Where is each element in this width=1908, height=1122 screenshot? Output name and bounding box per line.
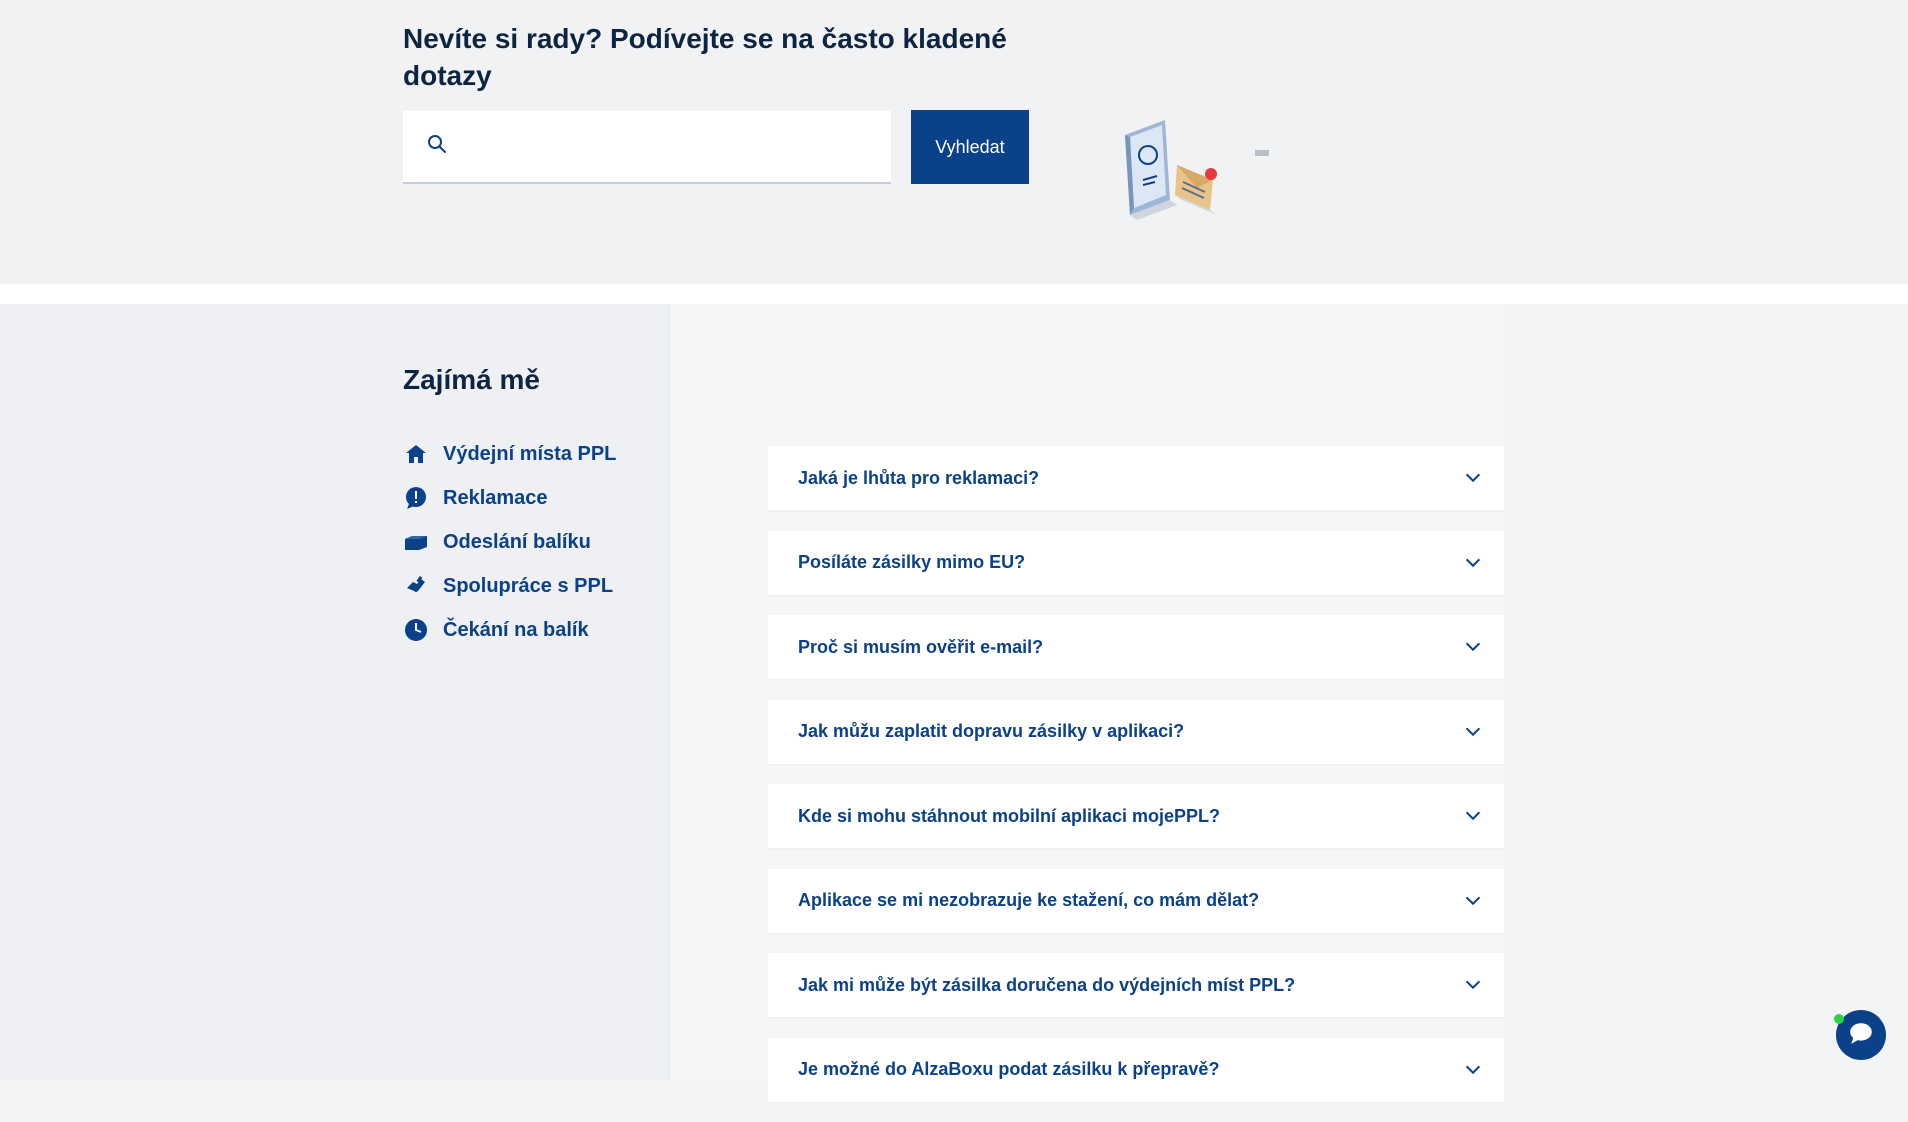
faq-item[interactable]: Kde si mohu stáhnout mobilní aplikaci mo… <box>768 784 1504 848</box>
chevron-down-icon[interactable] <box>1462 636 1484 658</box>
chevron-down-icon[interactable] <box>1462 974 1484 996</box>
message-illustration-icon <box>1175 165 1217 215</box>
faq-question: Jaká je lhůta pro reklamaci? <box>798 467 1040 488</box>
topic-label: Výdejní místa PPL <box>443 442 617 465</box>
topic-cooperation[interactable]: Spolupráce s PPL <box>403 564 616 608</box>
topic-send-package[interactable]: Odeslání balíku <box>403 520 616 564</box>
search-button[interactable]: Vyhledat <box>911 110 1029 184</box>
faq-item[interactable]: Je možné do AlzaBoxu podat zásilku k pře… <box>768 1037 1504 1102</box>
faq-item[interactable]: Jak můžu zaplatit dopravu zásilky v apli… <box>768 699 1504 764</box>
package-icon <box>403 529 429 555</box>
chat-bubble-icon <box>1848 1020 1874 1051</box>
faq-question: Kde si mohu stáhnout mobilní aplikaci mo… <box>798 805 1221 826</box>
faq-list: Jaká je lhůta pro reklamaci? Posíláte zá… <box>768 446 1504 1122</box>
section-divider <box>0 284 1908 304</box>
phone-illustration-icon <box>1125 120 1177 220</box>
chevron-down-icon[interactable] <box>1462 552 1484 574</box>
topic-label: Spolupráce s PPL <box>443 574 614 597</box>
topics-content: Zajímá mě Výdejní místa PPL Reklamace Od… <box>403 364 616 652</box>
search-icon <box>425 132 449 161</box>
hero-illustration <box>1115 110 1275 240</box>
home-icon <box>403 441 429 467</box>
online-status-dot <box>1834 1014 1844 1024</box>
hero-content: Nevíte si rady? Podívejte se na často kl… <box>403 20 1503 220</box>
exclamation-icon <box>403 485 429 511</box>
faq-question: Je možné do AlzaBoxu podat zásilku k pře… <box>798 1059 1220 1079</box>
topics-list: Výdejní místa PPL Reklamace Odeslání bal… <box>403 432 616 652</box>
chevron-down-icon[interactable] <box>1462 1059 1484 1081</box>
topics-sidebar: Zajímá mě Výdejní místa PPL Reklamace Od… <box>0 304 668 1080</box>
chevron-down-icon[interactable] <box>1462 467 1484 489</box>
handshake-icon <box>403 573 429 599</box>
faq-question: Aplikace se mi nezobrazuje ke stažení, c… <box>798 890 1260 910</box>
topic-waiting-package[interactable]: Čekání na balík <box>403 608 616 652</box>
faq-item[interactable]: Posíláte zásilky mimo EU? <box>768 530 1504 595</box>
search-row: Vyhledat <box>403 110 1029 184</box>
topic-label: Čekání na balík <box>443 618 589 641</box>
faq-question: Proč si musím ověřit e-mail? <box>798 636 1044 657</box>
faq-section: Zajímá mě Výdejní místa PPL Reklamace Od… <box>0 304 1908 1102</box>
topic-pickup-points[interactable]: Výdejní místa PPL <box>403 432 616 476</box>
faq-question: Posíláte zásilky mimo EU? <box>798 552 1026 572</box>
search-box[interactable] <box>403 110 891 184</box>
topic-complaints[interactable]: Reklamace <box>403 476 616 520</box>
faq-hero: Nevíte si rady? Podívejte se na často kl… <box>0 0 1908 284</box>
faq-item[interactable]: Jak mi může být zásilka doručena do výde… <box>768 953 1504 1017</box>
faq-item[interactable]: Jaká je lhůta pro reklamaci? <box>768 446 1504 510</box>
chevron-down-icon[interactable] <box>1462 721 1484 743</box>
topic-label: Odeslání balíku <box>443 530 591 553</box>
topic-label: Reklamace <box>443 486 548 509</box>
search-input[interactable] <box>463 134 883 158</box>
faq-question: Jak mi může být zásilka doručena do výde… <box>798 974 1296 995</box>
topics-title: Zajímá mě <box>403 364 540 395</box>
clock-icon <box>403 617 429 643</box>
chevron-down-icon[interactable] <box>1462 890 1484 912</box>
chevron-down-icon[interactable] <box>1462 805 1484 827</box>
decorative-bar <box>1255 150 1269 156</box>
faq-question: Jak můžu zaplatit dopravu zásilky v apli… <box>798 721 1185 741</box>
faq-item[interactable]: Proč si musím ověřit e-mail? <box>768 615 1504 679</box>
faq-item[interactable]: Aplikace se mi nezobrazuje ke stažení, c… <box>768 868 1504 933</box>
hero-title: Nevíte si rady? Podívejte se na často kl… <box>403 23 1007 91</box>
